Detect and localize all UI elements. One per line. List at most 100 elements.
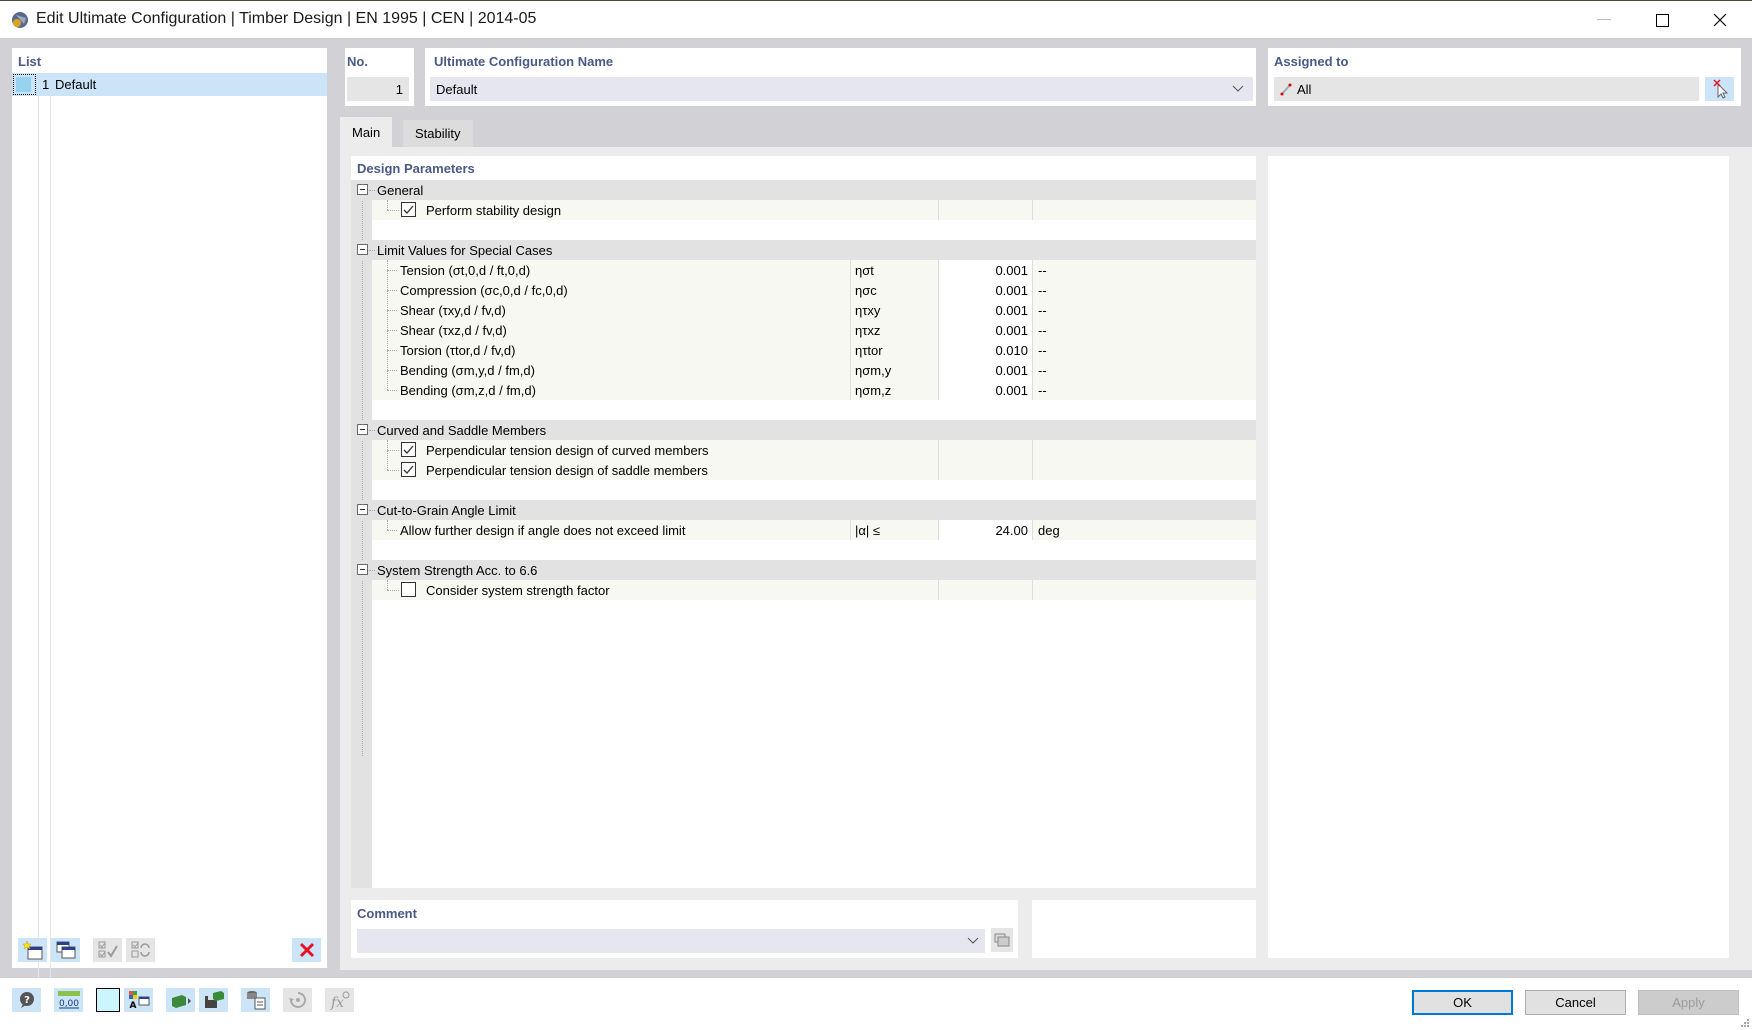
formula-button[interactable]: fx [325, 988, 354, 1012]
comment-panel: Comment [351, 900, 1018, 958]
delete-button[interactable] [292, 938, 321, 962]
row-unit: -- [1032, 360, 1047, 380]
number-label: No. [347, 54, 368, 69]
row-unit: -- [1032, 380, 1047, 400]
limit-value-input[interactable]: 0.001 [938, 320, 1032, 340]
color-swatch-button[interactable] [96, 988, 120, 1012]
preview-panel [1268, 156, 1729, 958]
row-label: Perpendicular tension design of saddle m… [426, 463, 708, 478]
tree-row: Allow further design if angle does not e… [372, 520, 1256, 540]
cancel-button[interactable]: Cancel [1525, 990, 1626, 1015]
units-icon: 0,00 [57, 991, 80, 1009]
minimize-icon [1597, 19, 1611, 20]
limit-value-input[interactable]: 0.001 [938, 360, 1032, 380]
resize-grip-icon[interactable] [1740, 1018, 1750, 1028]
group-system-strength: System Strength Acc. to 6.6 [351, 560, 1256, 580]
row-formula: (τxz,d / fv,d) [438, 323, 507, 338]
name-label: Ultimate Configuration Name [434, 54, 614, 69]
comment-side-panel [1032, 900, 1256, 958]
toggle-check-button[interactable] [126, 938, 155, 962]
group-limit-values: Limit Values for Special Cases [351, 240, 1256, 260]
group-general: General [351, 180, 1256, 200]
angle-limit-input[interactable]: 24.00 [938, 520, 1032, 540]
list-item[interactable]: 1 Default [12, 73, 327, 96]
comment-library-button[interactable] [991, 928, 1013, 952]
design-parameters-panel: Design Parameters General Perform stabil… [351, 156, 1256, 888]
list-header: List [18, 54, 42, 69]
name-combobox[interactable]: Default [430, 77, 1253, 101]
row-formula: (τxy,d / fv,d) [438, 303, 506, 318]
collapse-icon[interactable] [357, 504, 368, 515]
database-report-button[interactable] [241, 988, 270, 1012]
collapse-icon[interactable] [357, 184, 368, 195]
select-in-graphics-button[interactable] [1705, 77, 1734, 101]
design-parameters-header: Design Parameters [357, 161, 475, 176]
list-panel: List 1 Default [12, 48, 327, 981]
load-from-library-button[interactable] [166, 988, 195, 1012]
tree-row: Shear (τxz,d / fv,d) ητxz 0.001 -- [372, 310, 1256, 340]
check-all-button[interactable] [93, 938, 122, 962]
row-formula: (σc,0,d / fc,0,d) [480, 283, 568, 298]
display-properties-button[interactable]: A [124, 988, 153, 1012]
minimize-button[interactable] [1575, 1, 1633, 39]
reset-button[interactable] [283, 988, 312, 1012]
limit-value-input[interactable]: 0.001 [938, 380, 1032, 400]
row-label: Perpendicular tension design of curved m… [426, 443, 709, 458]
row-formula: (σm,z,d / fm,d) [451, 383, 536, 398]
perform-stability-checkbox[interactable] [401, 202, 416, 217]
save-to-library-button[interactable] [199, 988, 228, 1012]
system-strength-checkbox[interactable] [401, 582, 416, 597]
row-label: Allow further design if angle does not e… [400, 523, 686, 538]
apply-button[interactable]: Apply [1638, 990, 1739, 1015]
collapse-icon[interactable] [357, 244, 368, 255]
row-label: Bending (σm,y,d / fm,d) [400, 363, 535, 378]
name-panel: Ultimate Configuration Name Default [425, 48, 1256, 106]
row-formula: (σt,0,d / ft,0,d) [448, 263, 531, 278]
limit-value-input[interactable]: 0.001 [938, 280, 1032, 300]
row-symbol: ησm,y [850, 360, 938, 380]
comment-combobox[interactable] [357, 929, 985, 953]
ok-button[interactable]: OK [1412, 990, 1513, 1015]
maximize-button[interactable] [1633, 1, 1691, 39]
checkmark-icon [403, 445, 414, 454]
copy-item-icon [56, 941, 75, 959]
svg-text:fx: fx [330, 995, 344, 1010]
limit-value-input[interactable]: 0.010 [938, 340, 1032, 360]
collapse-icon[interactable] [357, 424, 368, 435]
name-value: Default [436, 81, 478, 97]
assigned-panel: Assigned to All [1268, 48, 1741, 106]
help-button[interactable]: ? [12, 988, 41, 1012]
list-column-divider [50, 96, 51, 981]
new-item-button[interactable] [18, 938, 47, 962]
limit-value-input[interactable]: 0.001 [938, 300, 1032, 320]
collapse-icon[interactable] [357, 564, 368, 575]
number-field: 1 [347, 77, 409, 101]
tab-stability[interactable]: Stability [403, 120, 473, 147]
tree-row: Torsion (τtor,d / fv,d) ητtor 0.010 -- [372, 330, 1256, 360]
tree-line [362, 196, 363, 756]
tree-row: Compression (σc,0,d / fc,0,d) ησc 0.001 -- [372, 270, 1256, 300]
row-symbol: ησt [850, 260, 938, 280]
units-button[interactable]: 0,00 [54, 988, 83, 1012]
load-from-library-icon [171, 995, 191, 1008]
limit-value-input[interactable]: 0.001 [938, 260, 1032, 280]
group-title: System Strength Acc. to 6.6 [377, 563, 538, 578]
close-button[interactable] [1691, 1, 1749, 39]
row-symbol: ητxy [850, 300, 938, 320]
tab-main[interactable]: Main [340, 117, 393, 147]
row-unit: -- [1032, 340, 1047, 360]
checkmark-icon [403, 465, 414, 474]
list-item-name: Default [55, 77, 97, 92]
svg-text:A: A [129, 1001, 136, 1010]
delete-icon [299, 942, 314, 958]
focus-rect [13, 74, 36, 95]
copy-item-button[interactable] [51, 938, 80, 962]
row-formula: (σm,y,d / fm,d) [451, 363, 535, 378]
curved-members-checkbox[interactable] [401, 442, 416, 457]
row-unit: deg [1032, 520, 1060, 540]
row-label: Torsion (τtor,d / fv,d) [400, 343, 516, 358]
group-cut-to-grain: Cut-to-Grain Angle Limit [351, 500, 1256, 520]
saddle-members-checkbox[interactable] [401, 462, 416, 477]
row-label: Shear (τxy,d / fv,d) [400, 303, 506, 318]
row-symbol: ητxz [850, 320, 938, 340]
